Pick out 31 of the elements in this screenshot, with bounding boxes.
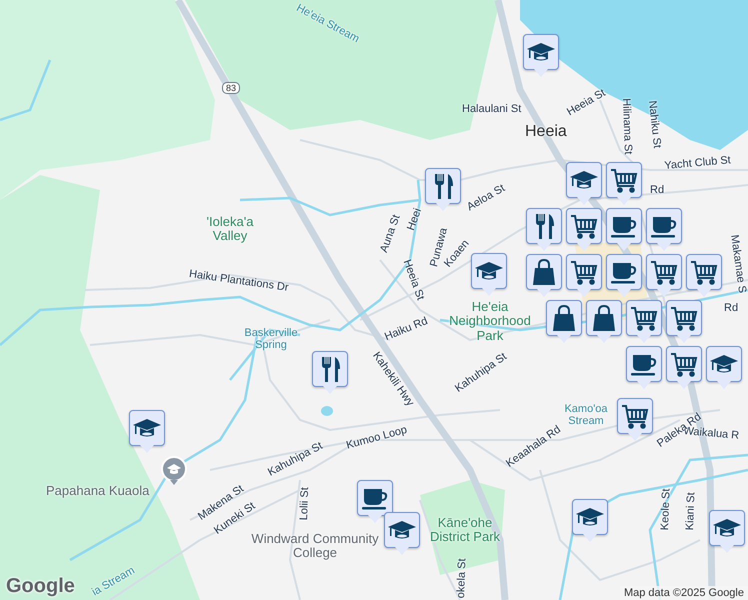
water-label: Kamo'oa Stream xyxy=(563,403,609,428)
street-label: Heeia St xyxy=(565,86,608,118)
street-label: Haiku Rd xyxy=(383,315,430,344)
street-label: okela St xyxy=(455,558,468,598)
place-label: Windward Community College xyxy=(250,532,380,561)
water-label: Baskerville Spring xyxy=(243,327,299,352)
street-label: Rd xyxy=(724,302,738,314)
street-label: Makamae S xyxy=(728,234,748,294)
street-label: Auna St xyxy=(378,213,403,254)
street-label: Kiani St xyxy=(684,492,698,530)
town-label: Heeia xyxy=(525,123,567,141)
street-label: Heeia St xyxy=(400,258,426,302)
route-shield: 83 xyxy=(222,82,240,94)
park-label: He'eia Neighborhood Park xyxy=(448,300,532,343)
street-label: Haiku Plantations Dr xyxy=(188,268,290,294)
street-label: Lolii St xyxy=(298,487,312,520)
street-label: Halaulani St xyxy=(462,103,522,115)
place-label: Papahana Kuaola xyxy=(46,483,150,498)
street-label: Hilinama St xyxy=(620,98,634,155)
street-label: Kumoo Loop xyxy=(345,424,408,452)
school-marker-icon[interactable] xyxy=(161,456,187,486)
street-label: Nahiku St xyxy=(646,100,663,149)
street-label: Yacht Club St xyxy=(664,154,732,172)
park-label: Kāne'ohe District Park xyxy=(428,516,502,545)
street-label: Aeloa St xyxy=(465,182,508,214)
pond xyxy=(321,406,333,416)
street-label: Heei xyxy=(405,206,424,232)
google-logo: Google xyxy=(6,575,75,598)
street-label: Rd xyxy=(650,184,664,196)
street-label: Keole St xyxy=(659,488,672,530)
park-label: 'Ioleka'a Valley xyxy=(206,215,254,244)
